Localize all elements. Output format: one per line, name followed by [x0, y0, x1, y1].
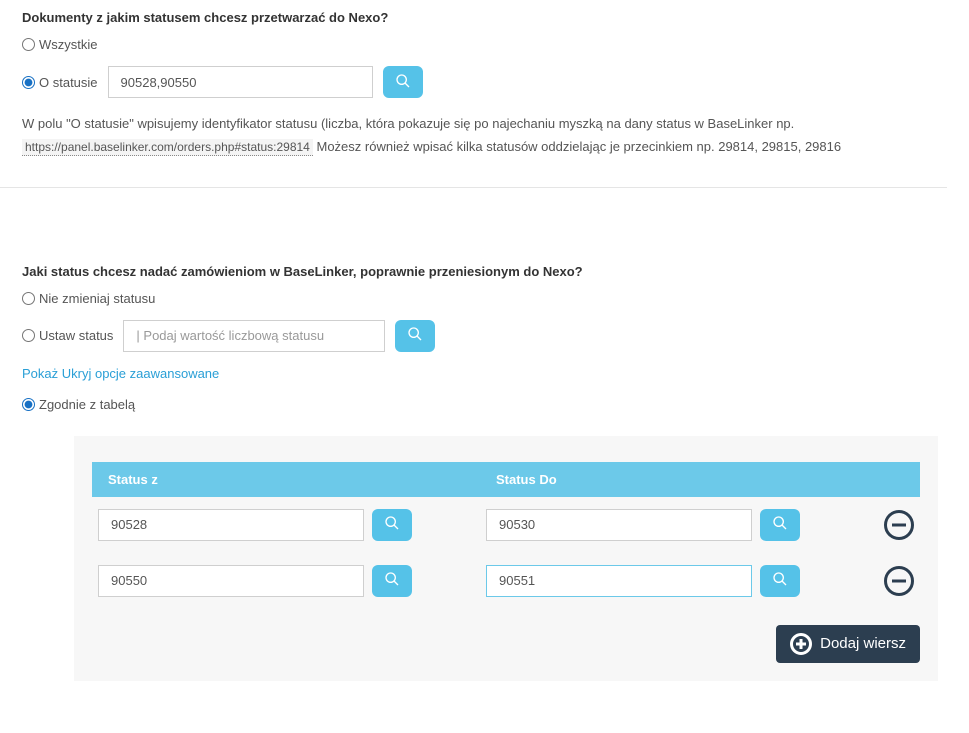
search-icon [772, 571, 788, 590]
radio-all-label: Wszystkie [39, 37, 98, 52]
radio-no-change[interactable] [22, 292, 35, 305]
radio-set-status-label: Ustaw status [39, 328, 113, 343]
search-icon [407, 326, 423, 345]
toggle-advanced-link[interactable]: Pokaż Ukryj opcje zaawansowane [22, 366, 219, 381]
row-to-search-button[interactable] [760, 509, 800, 541]
remove-row-button[interactable] [884, 566, 914, 596]
section2-title: Jaki status chcesz nadać zamówieniom w B… [22, 264, 947, 279]
search-icon [395, 73, 411, 92]
table-row [92, 553, 920, 609]
radio-all[interactable] [22, 38, 35, 51]
header-status-from: Status z [108, 472, 496, 487]
radio-table[interactable] [22, 398, 35, 411]
search-set-status-button[interactable] [395, 320, 435, 352]
status-input[interactable] [108, 66, 373, 98]
row-from-input[interactable] [98, 509, 364, 541]
row-to-input[interactable] [486, 509, 752, 541]
radio-set-status[interactable] [22, 329, 35, 342]
header-status-to: Status Do [496, 472, 884, 487]
row-to-search-button[interactable] [760, 565, 800, 597]
row-from-search-button[interactable] [372, 509, 412, 541]
search-icon [384, 515, 400, 534]
search-status-button[interactable] [383, 66, 423, 98]
row-to-input[interactable] [486, 565, 752, 597]
radio-status[interactable] [22, 76, 35, 89]
set-status-input[interactable] [123, 320, 385, 352]
radio-no-change-label: Nie zmieniaj statusu [39, 291, 155, 306]
search-icon [384, 571, 400, 590]
row-from-input[interactable] [98, 565, 364, 597]
row-from-search-button[interactable] [372, 565, 412, 597]
hint-url: https://panel.baselinker.com/orders.php#… [22, 139, 313, 156]
section1-title: Dokumenty z jakim statusem chcesz przetw… [22, 10, 947, 25]
radio-status-label: O statusie [39, 75, 98, 90]
divider [0, 187, 947, 188]
status-table: Status z Status Do [74, 436, 938, 681]
hint-text: W polu "O statusie" wpisujemy identyfika… [22, 112, 947, 159]
radio-table-label: Zgodnie z tabelą [39, 397, 135, 412]
plus-circle-icon [790, 633, 812, 655]
add-row-label: Dodaj wiersz [820, 635, 906, 652]
add-row-button[interactable]: Dodaj wiersz [776, 625, 920, 663]
table-row [92, 497, 920, 553]
remove-row-button[interactable] [884, 510, 914, 540]
table-header: Status z Status Do [92, 462, 920, 497]
search-icon [772, 515, 788, 534]
